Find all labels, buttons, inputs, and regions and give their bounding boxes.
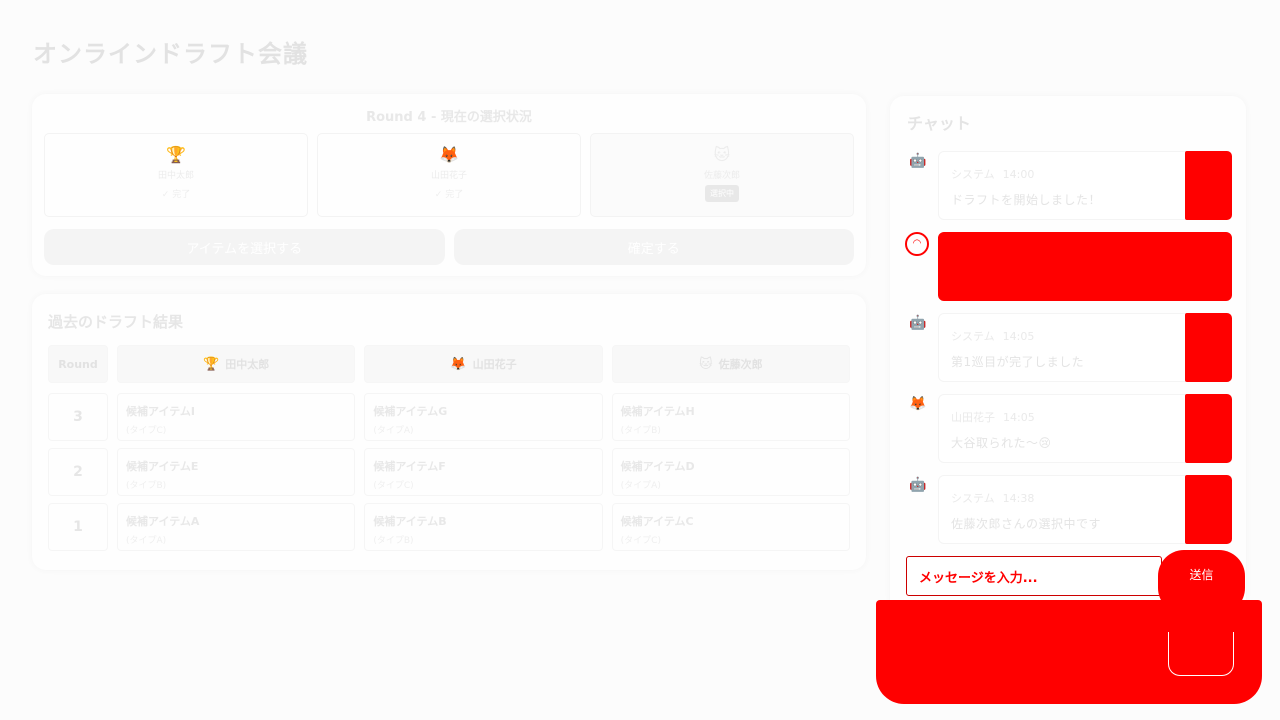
pick-cell: 候補アイテムD (タイプA): [611, 448, 850, 496]
message-sender: システム: [951, 330, 995, 343]
item-type: (タイプA): [126, 536, 167, 546]
message-input[interactable]: メッセージを入力...: [906, 556, 1162, 596]
player-status: ✓ 完了: [434, 190, 464, 200]
player-card-yamada: 🦊 山田花子 ✓ 完了: [317, 133, 581, 217]
item-type: (タイプC): [620, 536, 661, 546]
pick-cell: 候補アイテムA (タイプA): [117, 503, 356, 551]
column-label: 山田花子: [472, 358, 517, 371]
chat-panel: チャット 🤖 システム 14:00 ドラフトを開始しました！ ◠ 🤖 システム 14…: [890, 96, 1246, 614]
message-bubble: [938, 232, 1232, 301]
table-row: 2 候補アイテムE (タイプB) 候補アイテムF (タイプC) 候補アイテムD (タイ…: [48, 448, 850, 496]
message-text: 大谷取られた〜😢: [951, 436, 1052, 450]
history-table: Round 🏆 田中太郎 🦊 山田花子 🐱 佐藤次郎 3 候補アイテムI (タイプC) …: [48, 345, 850, 558]
current-round-panel: Round 4 - 現在の選択状況 🏆 田中太郎 ✓ 完了 🦊 山田花子 ✓ 完…: [32, 94, 866, 276]
item-name: 候補アイテムE: [126, 460, 199, 473]
round-title: Round 4 - 現在の選択状況: [366, 110, 532, 125]
round-number: 3: [48, 393, 108, 441]
player-column-header: 🐱 佐藤次郎: [611, 345, 850, 383]
player-status-list: 🏆 田中太郎 ✓ 完了 🦊 山田花子 ✓ 完了 🐱 佐藤次郎 選択中: [44, 133, 854, 217]
message-text: 佐藤次郎さんの選択中です: [951, 517, 1102, 531]
overlay-button[interactable]: [1168, 632, 1234, 676]
player-status: ✓ 完了: [161, 190, 191, 200]
picking-badge: 選択中: [705, 185, 739, 202]
player-card-tanaka: 🏆 田中太郎 ✓ 完了: [44, 133, 308, 217]
item-type: (タイプC): [373, 481, 414, 491]
pick-cell: 候補アイテムG (タイプA): [364, 393, 603, 441]
pick-cell: 候補アイテムC (タイプC): [611, 503, 850, 551]
table-header: Round 🏆 田中太郎 🦊 山田花子 🐱 佐藤次郎: [48, 345, 850, 383]
item-type: (タイプA): [620, 481, 661, 491]
message-sender: システム: [951, 168, 995, 181]
player-column-header: 🏆 田中太郎: [117, 345, 356, 383]
pick-cell: 候補アイテムI (タイプC): [117, 393, 356, 441]
message-time: 14:00: [1002, 168, 1035, 181]
item-type: (タイプB): [126, 481, 167, 491]
message-text: 第1巡目が完了しました: [951, 355, 1085, 369]
item-name: 候補アイテムC: [620, 515, 694, 528]
column-label: 田中太郎: [225, 358, 270, 371]
player-name: 田中太郎: [157, 171, 194, 181]
robot-icon: 🤖: [909, 315, 927, 331]
confirm-button[interactable]: 確定する: [453, 229, 854, 265]
message-time: 14:05: [1003, 411, 1035, 424]
message-sender: システム: [951, 492, 995, 505]
page-title: オンラインドラフト会議: [33, 40, 308, 68]
cat-icon: 🐱: [713, 145, 731, 164]
chat-message: 🤖 システム 14:38 佐藤次郎さんの選択中です: [907, 475, 1232, 544]
player-name: 佐藤次郎: [703, 171, 740, 181]
item-type: (タイプB): [373, 536, 414, 546]
pick-cell: 候補アイテムE (タイプB): [117, 448, 356, 496]
message-bubble: 山田花子 14:05 大谷取られた〜😢: [938, 394, 1232, 463]
column-label: 佐藤次郎: [718, 358, 763, 371]
round-actions: アイテムを選択する 確定する: [44, 229, 854, 265]
history-panel: 過去のドラフト結果 Round 🏆 田中太郎 🦊 山田花子 🐱 佐藤次郎 3 候補アイ…: [32, 294, 866, 570]
round-number: 2: [48, 448, 108, 496]
pick-cell: 候補アイテムF (タイプC): [364, 448, 603, 496]
item-type: (タイプB): [620, 426, 661, 436]
item-name: 候補アイテムH: [620, 405, 695, 418]
message-bubble: システム 14:38 佐藤次郎さんの選択中です: [938, 475, 1232, 544]
item-type: (タイプC): [126, 426, 167, 436]
headset-icon: ◠: [905, 232, 929, 256]
round-number: 1: [48, 503, 108, 551]
message-bubble: システム 14:00 ドラフトを開始しました！: [938, 151, 1232, 220]
chat-message: 🤖 システム 14:05 第1巡目が完了しました: [907, 313, 1232, 382]
item-name: 候補アイテムF: [373, 460, 446, 473]
item-name: 候補アイテムI: [126, 405, 195, 418]
player-name: 山田花子: [430, 171, 467, 181]
table-row: 3 候補アイテムI (タイプC) 候補アイテムG (タイプA) 候補アイテムH (タイ…: [48, 393, 850, 441]
item-name: 候補アイテムG: [373, 405, 448, 418]
chat-message: ◠: [905, 232, 1232, 301]
item-name: 候補アイテムA: [126, 515, 200, 528]
chat-message: 🤖 システム 14:00 ドラフトを開始しました！: [907, 151, 1232, 220]
trophy-icon: 🏆: [166, 145, 186, 164]
item-type: (タイプA): [373, 426, 414, 436]
cat-icon: 🐱: [699, 356, 713, 372]
message-time: 14:38: [1002, 492, 1035, 505]
message-bubble: システム 14:05 第1巡目が完了しました: [938, 313, 1232, 382]
chat-message: 🦊 山田花子 14:05 大谷取られた〜😢: [907, 394, 1232, 463]
robot-icon: 🤖: [909, 153, 927, 169]
message-time: 14:05: [1002, 330, 1035, 343]
fox-icon: 🦊: [450, 356, 467, 372]
fox-icon: 🦊: [909, 396, 927, 412]
table-row: 1 候補アイテムA (タイプA) 候補アイテムB (タイプB) 候補アイテムC (タイ…: [48, 503, 850, 551]
item-name: 候補アイテムD: [620, 460, 695, 473]
player-column-header: 🦊 山田花子: [364, 345, 603, 383]
item-name: 候補アイテムB: [373, 515, 447, 528]
trophy-icon: 🏆: [203, 356, 220, 372]
message-text: ドラフトを開始しました！: [951, 193, 1102, 207]
message-sender: 山田花子: [951, 411, 995, 424]
history-title: 過去のドラフト結果: [48, 313, 184, 331]
round-column-header: Round: [48, 345, 108, 383]
player-card-sato: 🐱 佐藤次郎 選択中: [590, 133, 854, 217]
chat-title: チャット: [907, 114, 971, 133]
fox-icon: 🦊: [439, 145, 459, 164]
pick-cell: 候補アイテムB (タイプB): [364, 503, 603, 551]
pick-cell: 候補アイテムH (タイプB): [611, 393, 850, 441]
select-item-button[interactable]: アイテムを選択する: [44, 229, 445, 265]
robot-icon: 🤖: [909, 477, 927, 493]
